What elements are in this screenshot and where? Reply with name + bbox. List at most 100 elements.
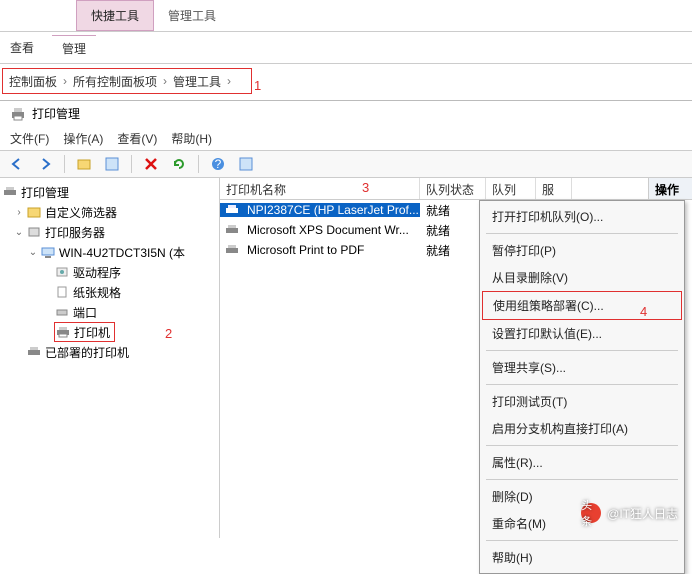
svg-text:?: ? <box>215 157 222 171</box>
cell-name: NPI2387CE (HP LaserJet Prof... <box>247 203 419 217</box>
server-icon <box>26 225 42 239</box>
tree-root[interactable]: 打印管理 <box>2 182 217 202</box>
refresh-button[interactable] <box>168 153 190 175</box>
extra-button[interactable] <box>235 153 257 175</box>
delete-button[interactable] <box>140 153 162 175</box>
col-server[interactable]: 服务 <box>536 178 572 199</box>
separator <box>486 384 678 385</box>
annotation-1: 1 <box>254 78 261 93</box>
collapse-icon[interactable]: ⌄ <box>12 227 26 238</box>
printer-icon <box>10 107 26 121</box>
printer-icon <box>224 223 240 237</box>
ctx-test-page[interactable]: 打印测试页(T) <box>482 388 682 415</box>
tree-label: 打印机 <box>74 324 110 341</box>
tree-label: 纸张规格 <box>73 284 121 301</box>
actions-pane: 操作 <box>648 178 692 200</box>
expand-icon[interactable]: › <box>12 207 26 218</box>
tree-label: 驱动程序 <box>73 264 121 281</box>
ctx-manage-share[interactable]: 管理共享(S)... <box>482 354 682 381</box>
annotation-2: 2 <box>165 326 172 341</box>
tree-deployed[interactable]: 已部署的打印机 <box>2 342 217 362</box>
tree-forms[interactable]: 纸张规格 <box>2 282 217 302</box>
chevron-right-icon: › <box>227 74 231 88</box>
back-button[interactable] <box>6 153 28 175</box>
ctx-help[interactable]: 帮助(H) <box>482 544 682 571</box>
tree-server[interactable]: ⌄ WIN-4U2TDCT3I5N (本 <box>2 242 217 262</box>
tree-ports[interactable]: 端口 <box>2 302 217 322</box>
breadcrumb[interactable]: 控制面板 › 所有控制面板项 › 管理工具 › <box>2 68 252 94</box>
port-icon <box>54 305 70 319</box>
separator <box>486 445 678 446</box>
help-button[interactable]: ? <box>207 153 229 175</box>
cell-status: 就绪 <box>420 222 486 239</box>
printer-icon <box>55 325 71 339</box>
forward-button[interactable] <box>34 153 56 175</box>
col-printer-name[interactable]: 打印机名称 <box>220 178 420 199</box>
ribbon-body: 查看 管理 <box>0 32 692 64</box>
annotation-3: 3 <box>362 180 369 195</box>
ctx-open-queue[interactable]: 打开打印机队列(O)... <box>482 203 682 230</box>
up-button[interactable] <box>73 153 95 175</box>
driver-icon <box>54 265 70 279</box>
actions-header: 操作 <box>649 178 692 200</box>
separator <box>486 233 678 234</box>
cell-name: Microsoft XPS Document Wr... <box>247 223 409 237</box>
chevron-right-icon: › <box>63 74 67 88</box>
menu-help[interactable]: 帮助(H) <box>171 130 212 147</box>
tree-label: 打印服务器 <box>45 224 105 241</box>
tree-label: 端口 <box>73 304 97 321</box>
menu-view[interactable]: 查看(V) <box>117 130 157 147</box>
breadcrumb-item[interactable]: 控制面板 <box>9 73 57 90</box>
col-in-queue[interactable]: 队列中... <box>486 178 536 199</box>
window-title: 打印管理 <box>32 105 80 122</box>
tree-drivers[interactable]: 驱动程序 <box>2 262 217 282</box>
cell-name: Microsoft Print to PDF <box>247 243 364 257</box>
menu-action[interactable]: 操作(A) <box>63 130 103 147</box>
ctx-pause[interactable]: 暂停打印(P) <box>482 237 682 264</box>
forms-icon <box>54 285 70 299</box>
tree-label: 打印管理 <box>21 184 69 201</box>
list-header: 打印机名称 队列状态 队列中... 服务 <box>220 178 692 200</box>
breadcrumb-item[interactable]: 管理工具 <box>173 73 221 90</box>
cell-status: 就绪 <box>420 202 486 219</box>
tree-label: 已部署的打印机 <box>45 344 129 361</box>
ribbon-manage[interactable]: 管理 <box>52 35 96 61</box>
tab-shortcut-tools[interactable]: 快捷工具 <box>76 0 154 31</box>
tree-panel: 打印管理 › 自定义筛选器 ⌄ 打印服务器 ⌄ WIN-4U2TDCT3I5N … <box>0 178 220 538</box>
collapse-icon[interactable]: ⌄ <box>26 247 40 258</box>
ctx-branch[interactable]: 启用分支机构直接打印(A) <box>482 415 682 442</box>
separator <box>486 479 678 480</box>
ctx-remove[interactable]: 从目录删除(V) <box>482 264 682 291</box>
printer-icon <box>224 203 240 217</box>
tree-label: 自定义筛选器 <box>45 204 117 221</box>
printer-icon <box>2 185 18 199</box>
watermark-text: @IT狂人日志 <box>607 505 678 522</box>
printer-icon <box>224 243 240 257</box>
ctx-deploy-gpo[interactable]: 使用组策略部署(C)... <box>482 291 682 320</box>
chevron-right-icon: › <box>163 74 167 88</box>
separator <box>486 350 678 351</box>
tab-manage-tools[interactable]: 管理工具 <box>154 0 230 31</box>
ribbon-tabs: 快捷工具 管理工具 <box>0 0 692 32</box>
ctx-set-defaults[interactable]: 设置打印默认值(E)... <box>482 320 682 347</box>
watermark: 头条 @IT狂人日志 <box>581 503 678 523</box>
tree-label: WIN-4U2TDCT3I5N (本 <box>59 244 185 261</box>
ribbon-view[interactable]: 查看 <box>10 39 34 56</box>
ctx-properties[interactable]: 属性(R)... <box>482 449 682 476</box>
tree-printers[interactable]: 打印机 <box>54 322 115 342</box>
watermark-badge-icon: 头条 <box>581 503 601 523</box>
window-title-bar: 打印管理 <box>0 100 692 126</box>
menu-file[interactable]: 文件(F) <box>10 130 49 147</box>
cell-status: 就绪 <box>420 242 486 259</box>
col-queue-status[interactable]: 队列状态 <box>420 178 486 199</box>
computer-icon <box>40 245 56 259</box>
properties-button[interactable] <box>101 153 123 175</box>
tree-custom-filters[interactable]: › 自定义筛选器 <box>2 202 217 222</box>
folder-icon <box>26 205 42 219</box>
annotation-4: 4 <box>640 304 647 319</box>
breadcrumb-item[interactable]: 所有控制面板项 <box>73 73 157 90</box>
printer-icon <box>26 345 42 359</box>
menu-bar: 文件(F) 操作(A) 查看(V) 帮助(H) <box>0 126 692 150</box>
toolbar: ? <box>0 150 692 178</box>
tree-print-servers[interactable]: ⌄ 打印服务器 <box>2 222 217 242</box>
